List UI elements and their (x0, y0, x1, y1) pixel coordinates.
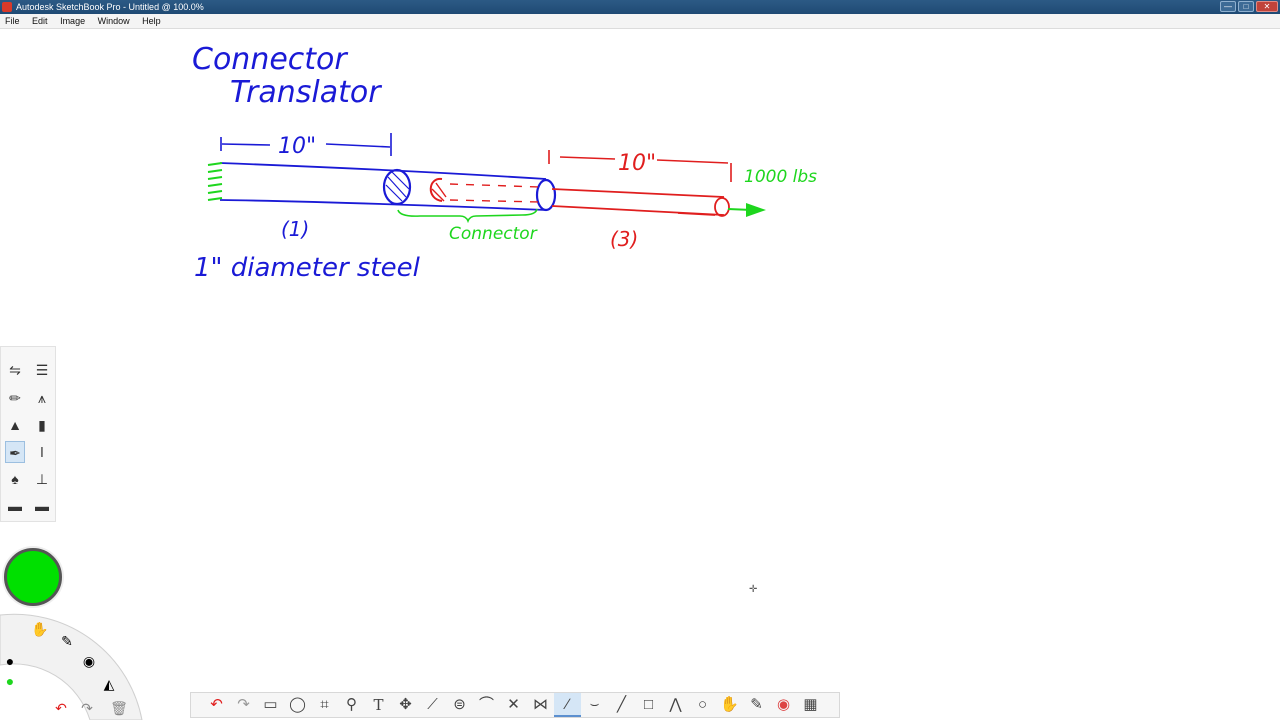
connector-label: Connector (449, 224, 538, 244)
redo-icon[interactable]: ↷ (230, 693, 257, 717)
menu-image[interactable]: Image (55, 14, 90, 28)
crop-icon[interactable]: ⌗ (311, 693, 338, 717)
hand-tool-icon[interactable]: ✋ (31, 620, 49, 638)
symmetry-y-icon[interactable]: ⋈ (527, 693, 554, 717)
panel-icon[interactable]: ☰ (32, 359, 52, 381)
material-note: 1" diameter steel (194, 253, 421, 283)
part1-label: (1) (281, 217, 309, 241)
color-wheel-icon[interactable]: ◉ (770, 693, 797, 717)
smudge-icon[interactable]: ▬ (5, 495, 25, 517)
pencil-icon[interactable]: ✏ (5, 387, 25, 409)
text-icon[interactable]: T (365, 693, 392, 717)
app-icon (2, 2, 12, 12)
opacity-icon[interactable]: ● (1, 672, 19, 690)
undo-icon[interactable]: ↶ (203, 693, 230, 717)
curve-icon[interactable]: ⌣ (581, 693, 608, 717)
felt-pen-icon[interactable]: ▮ (32, 414, 52, 436)
rod-part3 (551, 188, 730, 217)
freeform-icon[interactable]: ⋀ (662, 693, 689, 717)
brushes-icon[interactable]: ✎ (743, 693, 770, 717)
color-wheel-icon[interactable]: ◉ (80, 652, 98, 670)
trash-icon[interactable]: 🗑 (110, 699, 128, 717)
connector-insert (429, 177, 541, 203)
menu-file[interactable]: File (0, 14, 25, 28)
lasso-icon[interactable]: ◯ (284, 693, 311, 717)
eraser-icon[interactable]: ▬ (32, 495, 52, 517)
brush-size-icon[interactable]: ● (1, 652, 19, 670)
line-icon[interactable]: ╱ (608, 693, 635, 717)
fill-icon[interactable]: ◭ (100, 675, 118, 693)
load-label: 1000 lbs (744, 167, 817, 187)
copic-icon[interactable]: ✋ (716, 693, 743, 717)
redo-icon[interactable]: ↷ (78, 699, 96, 717)
minimize-button[interactable]: — (1220, 1, 1236, 12)
ellipse-icon[interactable]: ○ (689, 693, 716, 717)
title-bar: Autodesk SketchBook Pro - Untitled @ 100… (0, 0, 1280, 14)
part3-label: (3) (610, 227, 638, 251)
pen-icon[interactable]: ♠ (5, 468, 25, 490)
color-puck[interactable] (4, 548, 62, 606)
marker-icon[interactable]: ▲ (5, 414, 25, 436)
menu-window[interactable]: Window (93, 14, 135, 28)
chisel-icon[interactable]: ⊥ (32, 468, 52, 490)
polyline-icon[interactable]: ∕ (554, 693, 581, 717)
brush-palette: ⇋ ☰ ✏ ⩚ ▲ ▮ ✒ ǀ ♠ ⊥ ▬ ▬ (0, 346, 56, 522)
brush-icon[interactable]: ✒ (5, 441, 25, 463)
load-arrow (727, 203, 766, 217)
drawing-canvas[interactable]: Connector Translator 10" 10" 1000 lbs Co… (0, 29, 1280, 720)
symmetry-x-icon[interactable]: ✕ (500, 693, 527, 717)
layers-icon[interactable]: ▦ (797, 693, 824, 717)
bottom-toolbar: ↶ ↷ ▭ ◯ ⌗ ⚲ T ✥ ⟋ ⊜ ⌒ ✕ ⋈ ∕ ⌣ ╱ □ ⋀ ○ ✋ … (190, 692, 840, 718)
menu-edit[interactable]: Edit (27, 14, 53, 28)
airbrush-icon[interactable]: ǀ (32, 441, 52, 463)
maximize-button[interactable]: □ (1238, 1, 1254, 12)
sketch-title-line2: Translator (230, 75, 382, 110)
fixed-support (207, 162, 223, 201)
crosshair-cursor-icon: ✛ (749, 584, 758, 595)
rectangle-icon[interactable]: □ (635, 693, 662, 717)
close-button[interactable]: ✕ (1256, 1, 1278, 12)
zoom-icon[interactable]: ⚲ (338, 693, 365, 717)
window-controls: — □ ✕ (1220, 1, 1278, 12)
ballpoint-icon[interactable]: ⩚ (32, 387, 52, 409)
french-curve-icon[interactable]: ⌒ (473, 693, 500, 717)
menu-help[interactable]: Help (137, 14, 166, 28)
undo-icon[interactable]: ↶ (52, 699, 70, 717)
brush-tool-icon[interactable]: ✎ (58, 632, 76, 650)
dimension-right-label: 10" (618, 151, 656, 176)
move-icon[interactable]: ✥ (392, 693, 419, 717)
window-title: Autodesk SketchBook Pro - Untitled @ 100… (16, 2, 204, 12)
sketch-title-line1: Connector (192, 42, 348, 77)
ruler-icon[interactable]: ⟋ (419, 693, 446, 717)
ellipse-guide-icon[interactable]: ⊜ (446, 693, 473, 717)
select-rect-icon[interactable]: ▭ (257, 693, 284, 717)
connector-brace (397, 208, 538, 224)
sketch-layer: Connector Translator 10" 10" 1000 lbs Co… (192, 42, 817, 283)
dimension-left-label: 10" (278, 134, 316, 159)
menu-bar: File Edit Image Window Help (0, 14, 1280, 29)
sliders-icon[interactable]: ⇋ (5, 359, 25, 381)
